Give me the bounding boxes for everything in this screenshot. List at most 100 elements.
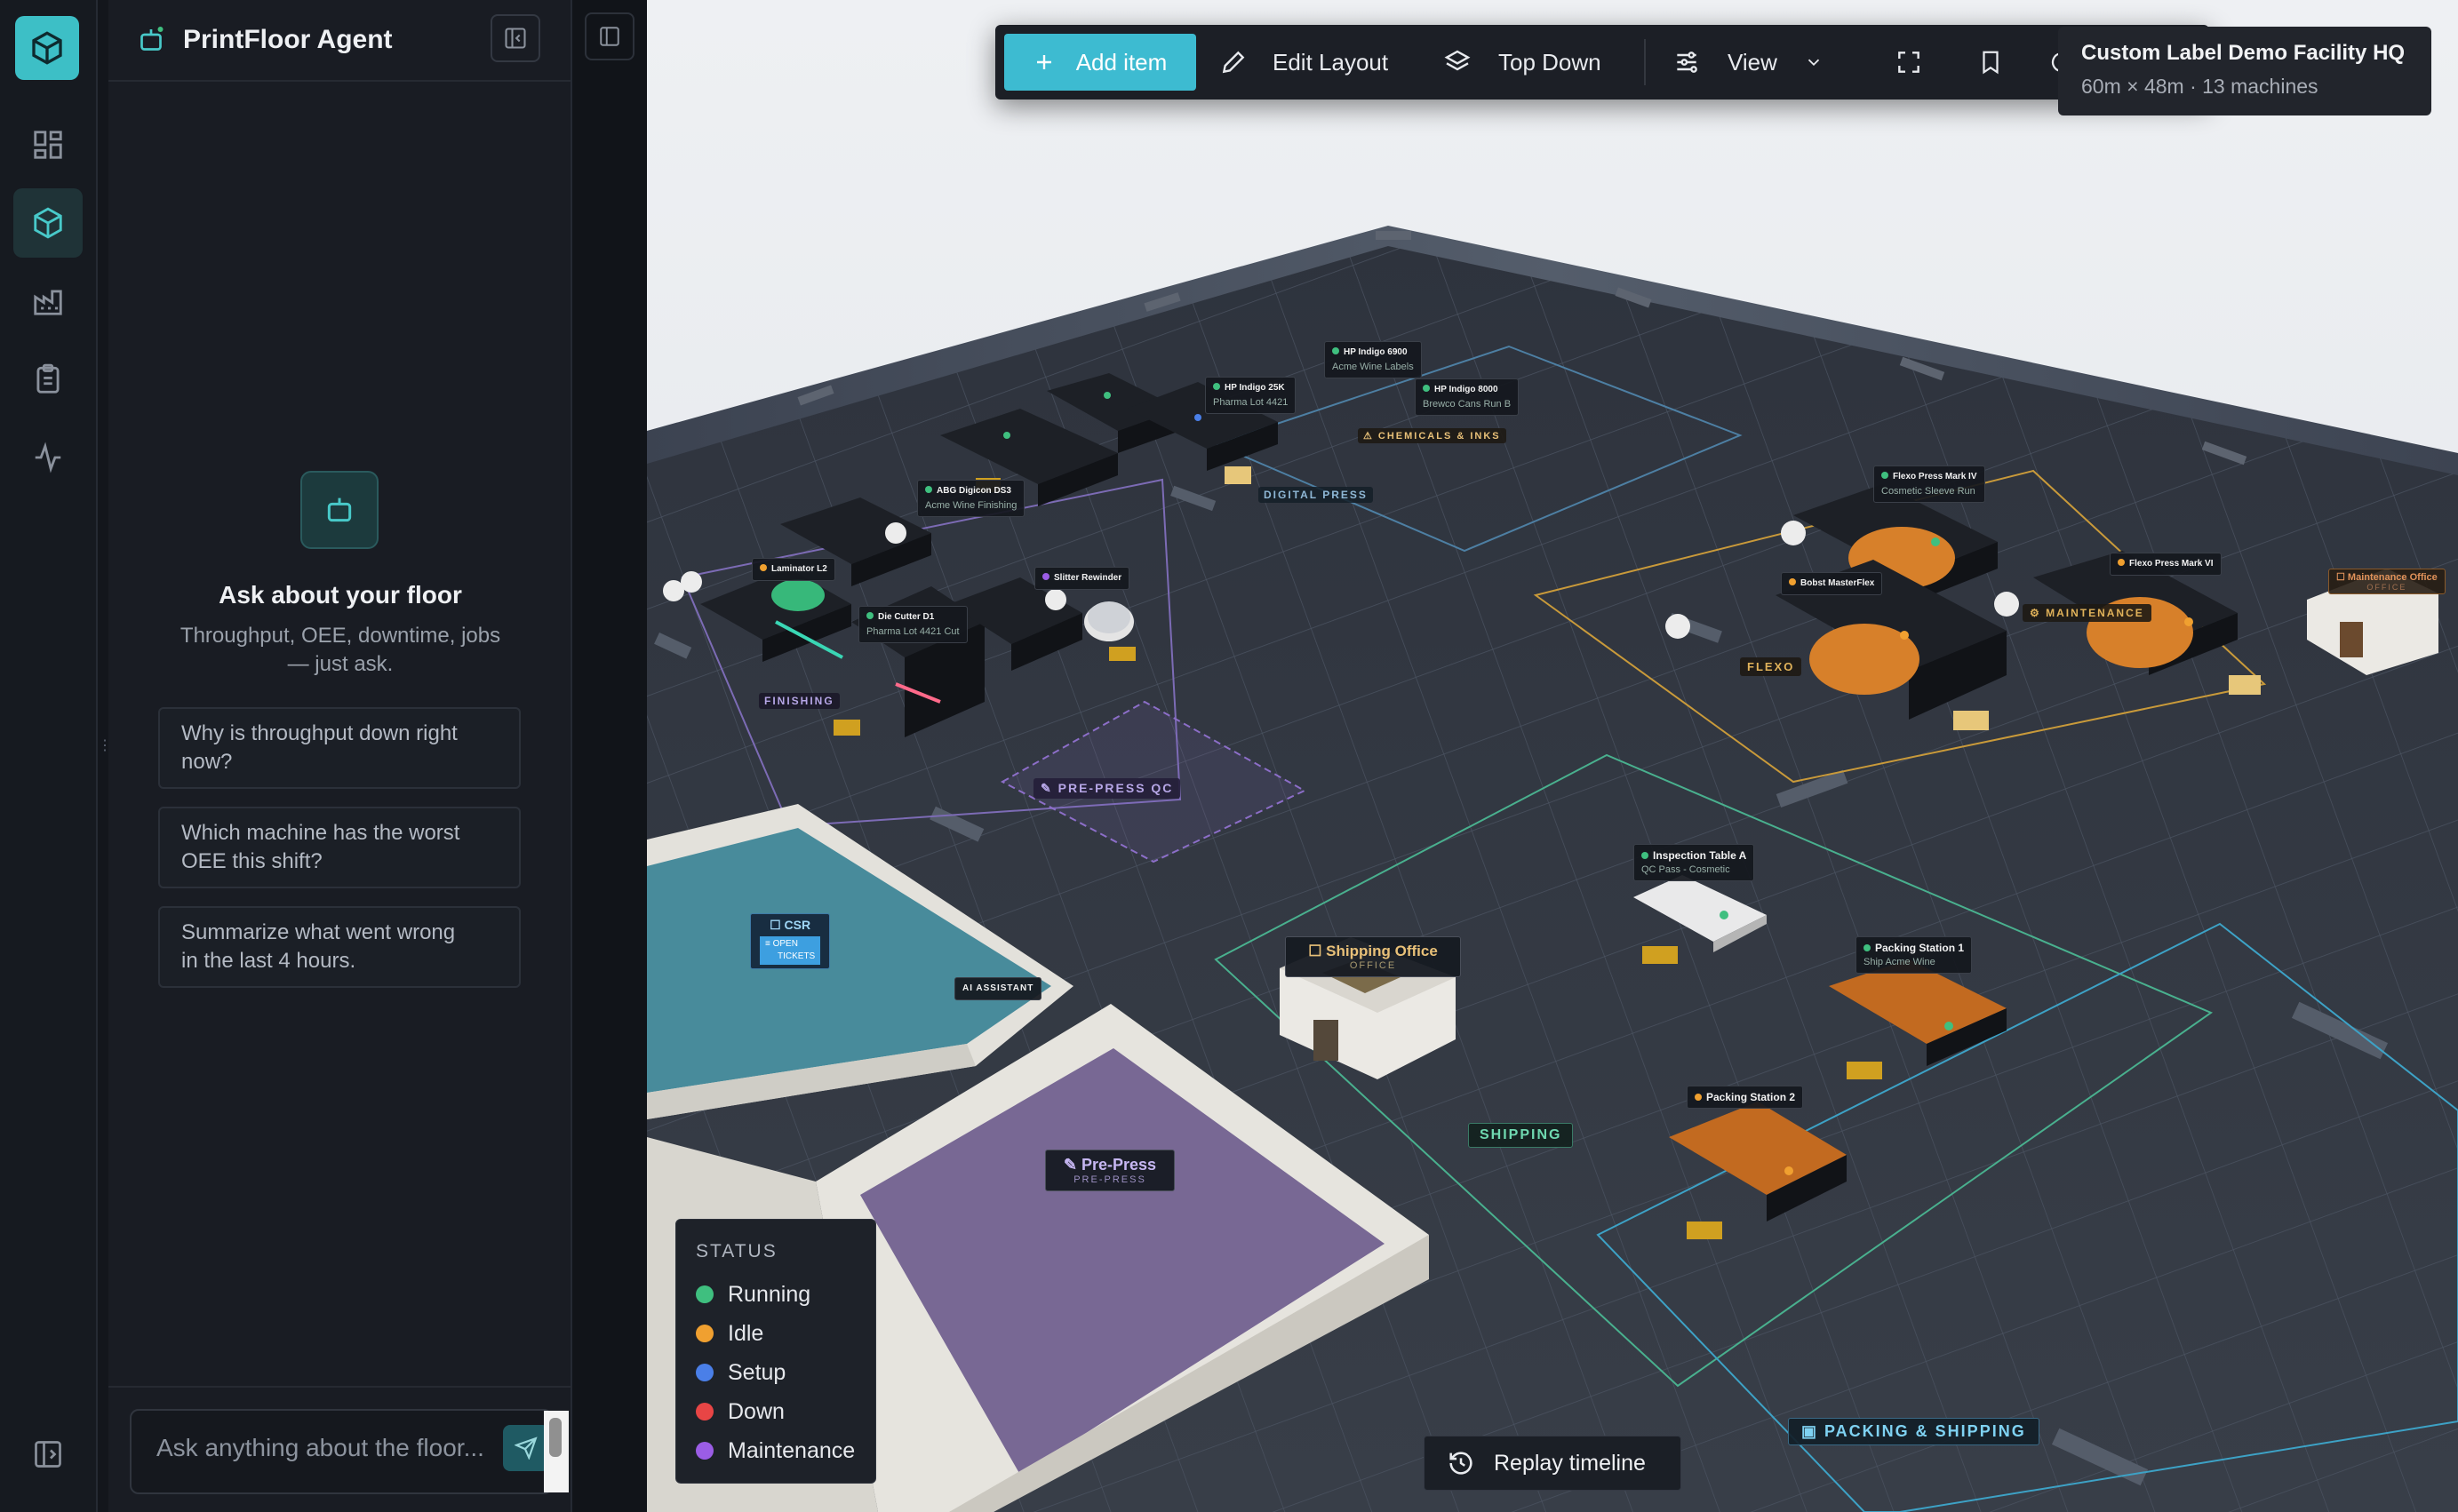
legend-label: Maintenance <box>728 1437 856 1463</box>
machine-abg-digicon[interactable]: ABG Digicon DS3 Acme Wine Finishing <box>917 480 1025 517</box>
machine-slitter-rewinder[interactable]: Slitter Rewinder <box>1034 567 1130 590</box>
machine-name: Flexo Press Mark IV <box>1893 472 1977 481</box>
send-button[interactable] <box>503 1425 549 1471</box>
zone-maintenance[interactable]: ⚙ MAINTENANCE <box>2023 604 2151 622</box>
machine-hp-indigo-8000[interactable]: HP Indigo 8000 Brewco Cans Run B <box>1415 378 1520 416</box>
status-dot <box>696 1364 714 1381</box>
legend-label: Down <box>728 1398 785 1424</box>
nav-floor-3d[interactable] <box>13 188 83 258</box>
collapse-panel-button[interactable] <box>491 14 540 62</box>
room-maintenance-office[interactable]: ☐ Maintenance Office OFFICE <box>2328 569 2446 594</box>
zone-shipping[interactable]: SHIPPING <box>1468 1123 1574 1148</box>
legend-maintenance: Maintenance <box>696 1431 856 1470</box>
scrollbar[interactable] <box>544 1411 569 1492</box>
zone-finishing[interactable]: FINISHING <box>759 693 840 709</box>
room-badge: ≡ OPEN <box>765 939 798 949</box>
layers-icon <box>1444 50 1471 71</box>
machine-job: Ship Acme Wine <box>1863 957 1935 967</box>
machine-die-cutter[interactable]: Die Cutter D1 Pharma Lot 4421 Cut <box>858 606 968 643</box>
room-ai-assistant[interactable]: AI ASSISTANT <box>954 977 1042 1000</box>
robot-icon <box>327 497 352 522</box>
resize-handle[interactable]: ⋮ <box>98 739 112 764</box>
app-logo[interactable] <box>15 16 79 80</box>
agent-avatar <box>300 471 379 549</box>
suggestion-text: now? <box>181 750 233 774</box>
add-item-button[interactable]: Add item <box>1004 34 1196 91</box>
room-shipping-office[interactable]: ☐ Shipping Office OFFICE <box>1285 936 1461 977</box>
suggestion-text: Summarize what went wrong <box>181 920 456 944</box>
sidebar-toggle-button[interactable] <box>13 1420 83 1489</box>
zone-chemicals[interactable]: ⚠ CHEMICALS & INKS <box>1358 428 1506 443</box>
machine-inspection-table[interactable]: Inspection Table A QC Pass - Cosmetic <box>1633 844 1755 881</box>
machine-flexo-vi[interactable]: Flexo Press Mark VI <box>2110 553 2222 576</box>
room-csr[interactable]: ☐ CSR ≡ OPEN TICKETS <box>750 913 831 969</box>
send-icon <box>515 1436 538 1460</box>
zone-prepress-qc[interactable]: ✎ PRE-PRESS QC <box>1033 778 1181 799</box>
machine-name: ABG Digicon DS3 <box>937 486 1011 496</box>
subtitle-line: Throughput, OEE, downtime, jobs <box>180 624 501 648</box>
pulse-icon <box>35 442 61 473</box>
scene-toolbar: Add item Edit Layout Top Down View <box>995 25 2209 99</box>
replay-timeline-button[interactable]: Replay timeline <box>1424 1436 1681 1491</box>
machine-job: Pharma Lot 4421 Cut <box>866 626 960 637</box>
legend-label: Setup <box>728 1359 786 1385</box>
nav-jobs[interactable] <box>13 345 83 414</box>
machine-name: Packing Station 2 <box>1706 1091 1796 1103</box>
bookmark-button[interactable] <box>1966 34 2015 91</box>
robot-icon <box>140 27 164 51</box>
room-prepress[interactable]: ✎ Pre-Press PRE-PRESS <box>1045 1150 1175 1191</box>
status-dot <box>696 1325 714 1342</box>
facility-info-card: Custom Label Demo Facility HQ 60m × 48m … <box>2058 27 2431 115</box>
plus-icon <box>1036 55 1051 69</box>
room-subtitle: PRE-PRESS <box>1073 1174 1146 1185</box>
legend-title: STATUS <box>696 1241 778 1261</box>
toggle-panel-button[interactable] <box>585 12 634 60</box>
room-title: ☐ CSR <box>770 918 811 932</box>
nav-dashboard[interactable] <box>13 110 83 179</box>
suggestion-worst-oee[interactable]: Which machine has the worst OEE this shi… <box>158 807 521 888</box>
edit-layout-label: Edit Layout <box>1273 48 1389 76</box>
machine-hp-indigo-25k[interactable]: HP Indigo 25K Pharma Lot 4421 <box>1205 377 1297 414</box>
legend-down: Down <box>696 1392 856 1431</box>
sliders-icon <box>1677 52 1697 73</box>
top-down-button[interactable]: Top Down <box>1443 34 1601 91</box>
status-dot <box>696 1403 714 1420</box>
fullscreen-button[interactable] <box>1884 34 1934 91</box>
icon-rail <box>0 0 98 1512</box>
chevron-down-icon <box>1808 59 1820 67</box>
machine-bobst[interactable]: Bobst MasterFlex <box>1781 572 1883 595</box>
divider <box>108 1386 572 1388</box>
machine-packing-2[interactable]: Packing Station 2 <box>1687 1086 1804 1109</box>
machine-name: Packing Station 1 <box>1875 942 1965 954</box>
machine-name: Inspection Table A <box>1653 849 1747 862</box>
room-title: ☐ Maintenance Office <box>2336 572 2438 583</box>
chat-input-box <box>130 1409 569 1494</box>
chat-input[interactable] <box>132 1411 487 1492</box>
zone-packing-shipping[interactable]: ▣ PACKING & SHIPPING <box>1788 1418 2039 1445</box>
floor-viewport[interactable]: DIGITAL PRESS ⚠ CHEMICALS & INKS FINISHI… <box>647 0 2458 1512</box>
view-dropdown[interactable]: View <box>1672 34 1824 91</box>
suggestion-text: in the last 4 hours. <box>181 949 356 973</box>
machine-flexo-iv[interactable]: Flexo Press Mark IV Cosmetic Sleeve Run <box>1873 466 1985 503</box>
nav-activity[interactable] <box>13 423 83 492</box>
machine-hp-indigo-6900[interactable]: HP Indigo 6900 Acme Wine Labels <box>1324 341 1422 378</box>
machine-laminator[interactable]: Laminator L2 <box>752 558 835 581</box>
edit-layout-button[interactable]: Edit Layout <box>1219 34 1388 91</box>
room-title: ✎ Pre-Press <box>1063 1156 1157 1174</box>
zone-digital-press[interactable]: DIGITAL PRESS <box>1258 487 1373 503</box>
machine-packing-1[interactable]: Packing Station 1 Ship Acme Wine <box>1855 936 1973 974</box>
floor-scene <box>647 0 2458 1512</box>
status-legend: STATUS Running Idle Setup Down Maintenan… <box>675 1219 876 1484</box>
room-subtitle: OFFICE <box>2366 583 2407 592</box>
room-subtitle: OFFICE <box>1349 960 1397 971</box>
zone-flexo[interactable]: FLEXO <box>1740 657 1802 676</box>
suggestion-throughput[interactable]: Why is throughput down right now? <box>158 707 521 789</box>
view-label: View <box>1728 48 1777 76</box>
top-down-label: Top Down <box>1498 48 1601 76</box>
clipboard-icon <box>36 363 60 394</box>
nav-factory[interactable] <box>13 267 83 336</box>
agent-title: PrintFloor Agent <box>183 25 393 54</box>
suggestion-summarize[interactable]: Summarize what went wrong in the last 4 … <box>158 906 521 988</box>
sidebar-icon <box>600 27 619 46</box>
machine-job: Brewco Cans Run B <box>1423 399 1512 410</box>
